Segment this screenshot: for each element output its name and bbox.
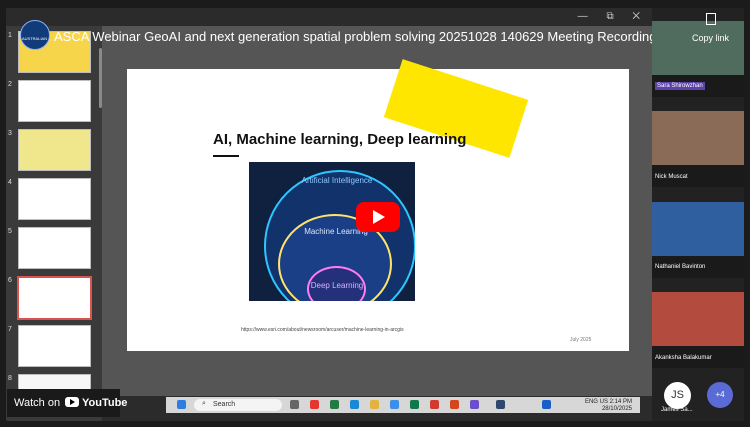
video-title: ASCA Webinar GeoAI and next generation s… — [54, 29, 657, 44]
youtube-icon — [65, 397, 79, 407]
settings-icon[interactable] — [390, 400, 399, 409]
clock-time: 2:14 PM — [609, 399, 632, 405]
titlebar: — ⧉ ✕ — [6, 8, 652, 26]
ai-label: Artificial Intelligence — [301, 176, 373, 185]
region-label: US — [599, 399, 608, 405]
excel-icon[interactable] — [410, 400, 419, 409]
slide-thumbnail-4[interactable] — [18, 178, 91, 220]
participant-tile-2[interactable]: Nick Muscat — [652, 111, 744, 187]
slide-date: July 2025 — [570, 337, 592, 343]
language-label: ENG — [584, 399, 598, 405]
current-slide: AI, Machine learning, Deep learning Arti… — [127, 59, 629, 351]
watch-on-label: Watch on — [14, 397, 61, 409]
slide-thumbnail-3[interactable] — [18, 129, 91, 171]
source-url[interactable]: https://www.esri.com/about/newsroom/arcu… — [241, 327, 404, 333]
slide-thumbnail-5[interactable] — [18, 227, 91, 269]
windows-start-icon[interactable] — [177, 400, 186, 409]
teams-icon[interactable] — [470, 400, 479, 409]
participant-name-4: Akanksha Balakumar — [655, 355, 712, 361]
participant-name-1: Sara Shirowzhan — [655, 82, 705, 90]
presentation-app: — ⧉ ✕ 1 2 3 4 5 6 7 8 AI, Machine learni… — [6, 8, 744, 421]
title-underline — [213, 155, 239, 157]
dl-label: Deep Learning — [310, 281, 364, 290]
participant-name-5: James Sa... — [661, 407, 693, 413]
copy-link-icon[interactable] — [706, 13, 716, 25]
slide-number-8: 8 — [8, 375, 12, 382]
task-view-icon[interactable] — [290, 400, 299, 409]
edge-icon[interactable] — [330, 400, 339, 409]
slide-number-6: 6 — [8, 277, 12, 284]
windows-taskbar: ⌕ Search ENG US 2:14 PM 28/10/2025 — [166, 397, 640, 413]
copy-link-button[interactable]: Copy link — [692, 33, 729, 43]
slide-thumbnail-panel[interactable]: 1 2 3 4 5 6 7 8 — [6, 26, 102, 421]
slide-number-1: 1 — [8, 32, 12, 39]
watch-on-youtube-button[interactable]: Watch on YouTube — [7, 389, 127, 417]
australian-logo-text: AUSTRALIAN — [22, 36, 48, 41]
microphone-icon[interactable] — [542, 400, 551, 409]
store-icon[interactable] — [350, 400, 359, 409]
recording-frame: — ⧉ ✕ 1 2 3 4 5 6 7 8 AI, Machine learni… — [0, 0, 750, 427]
slide-thumbnail-6-selected[interactable] — [17, 276, 92, 320]
slide-number-4: 4 — [8, 179, 12, 186]
participant-name-2: Nick Muscat — [655, 174, 688, 180]
australian-logo — [20, 20, 50, 50]
participant-panel: Sara Shirowzhan Nick Muscat Nathaniel Ba… — [652, 8, 744, 421]
window-controls[interactable]: — ⧉ ✕ — [578, 11, 648, 22]
chrome-icon[interactable] — [310, 400, 319, 409]
slide-number-7: 7 — [8, 326, 12, 333]
more-participants-button[interactable]: +4 — [707, 382, 733, 408]
youtube-label: YouTube — [82, 397, 128, 409]
file-explorer-icon[interactable] — [370, 400, 379, 409]
search-icon: ⌕ — [202, 400, 206, 407]
participant-tile-3[interactable]: Nathaniel Bavinton — [652, 202, 744, 278]
search-placeholder: Search — [213, 401, 236, 408]
slide-title: AI, Machine learning, Deep learning — [213, 131, 467, 148]
participant-tile-4[interactable]: Akanksha Balakumar — [652, 292, 744, 368]
taskbar-search[interactable]: ⌕ Search — [194, 399, 282, 411]
system-tray[interactable]: ENG US 2:14 PM 28/10/2025 — [585, 399, 632, 413]
youtube-play-button[interactable] — [356, 202, 400, 232]
participant-video-4 — [652, 292, 744, 346]
chat-icon[interactable] — [496, 400, 505, 409]
participant-video-3 — [652, 202, 744, 256]
participant-video-1 — [652, 21, 744, 75]
participant-video-2 — [652, 111, 744, 165]
ai-ml-dl-diagram: Artificial Intelligence Machine Learning… — [249, 162, 415, 301]
slide-number-5: 5 — [8, 228, 12, 235]
slide-number-3: 3 — [8, 130, 12, 137]
participant-name-3: Nathaniel Bavinton — [655, 264, 706, 270]
powerpoint-icon[interactable] — [430, 400, 439, 409]
app-icon[interactable] — [450, 400, 459, 409]
slide-stage: AI, Machine learning, Deep learning Arti… — [102, 26, 652, 396]
slide-thumbnail-7[interactable] — [18, 325, 91, 367]
participant-avatar[interactable]: JS — [664, 382, 691, 409]
slide-number-2: 2 — [8, 81, 12, 88]
slide-thumbnail-2[interactable] — [18, 80, 91, 122]
clock-date: 28/10/2025 — [601, 406, 632, 412]
